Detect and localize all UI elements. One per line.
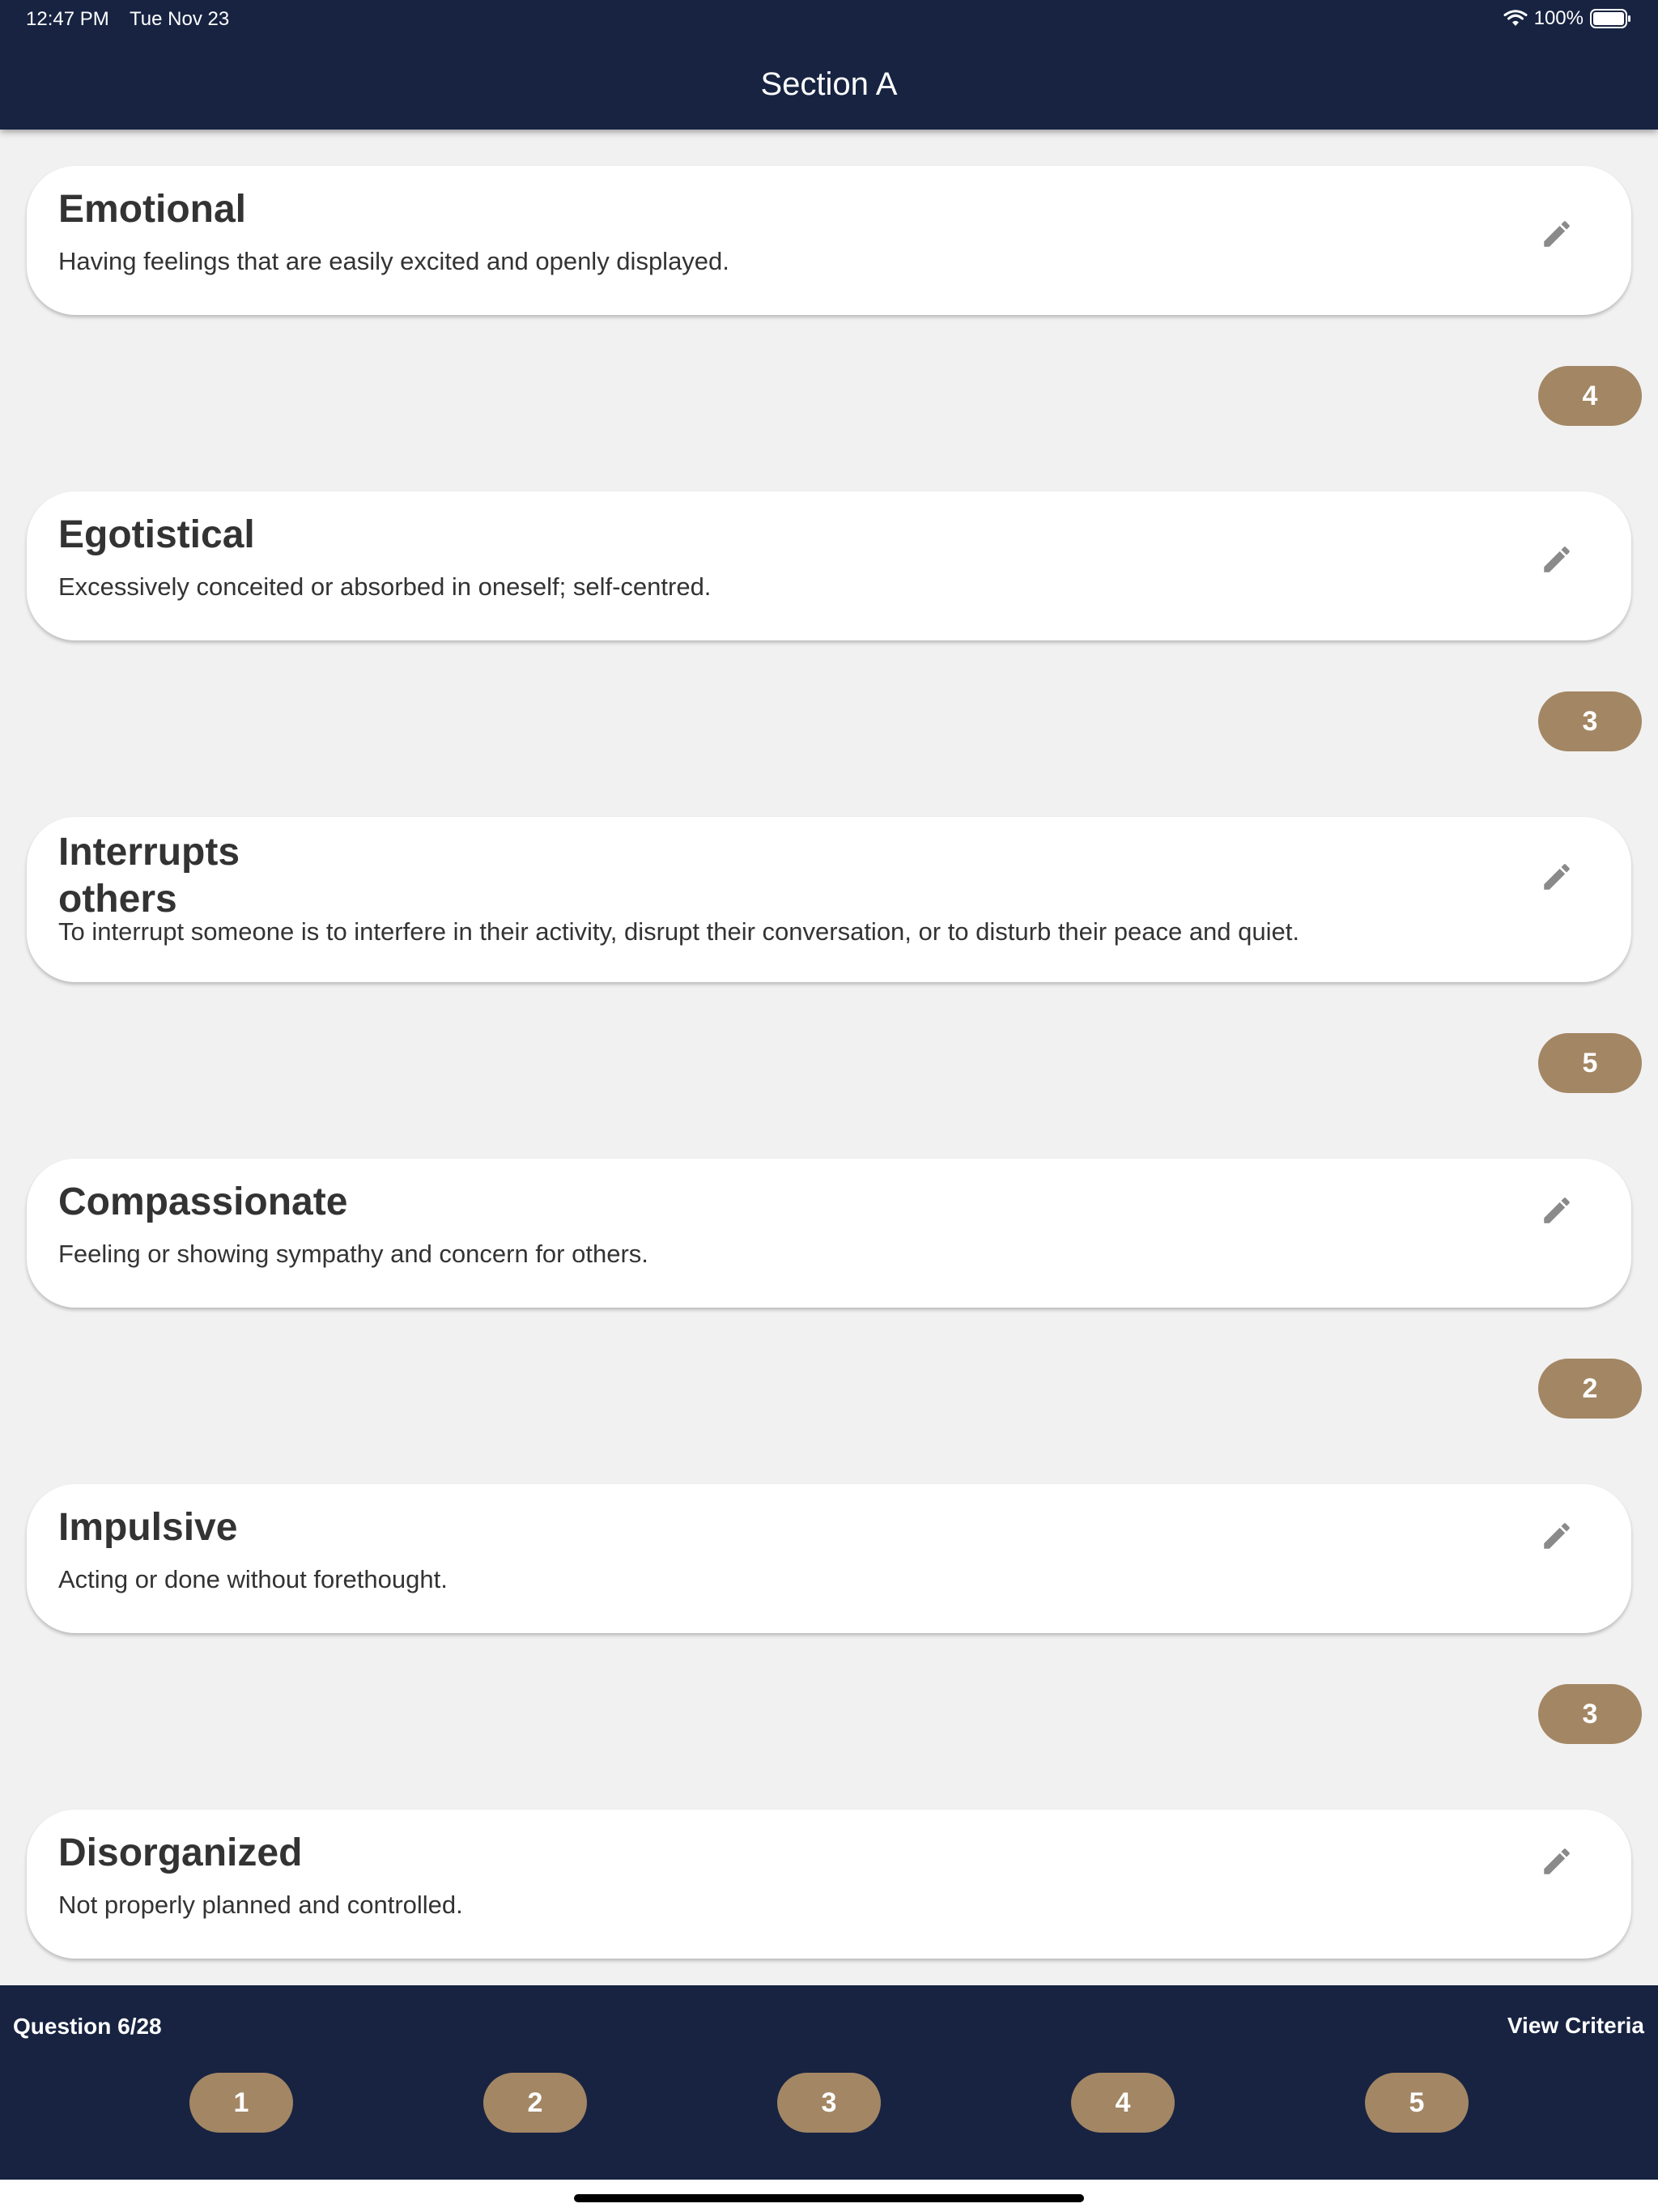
trait-card: Emotional Having feelings that are easil…: [27, 166, 1631, 315]
app-header: 12:47 PM Tue Nov 23 100% Section A: [0, 0, 1658, 130]
battery-icon: [1590, 9, 1630, 28]
status-time: 12:47 PM: [26, 8, 109, 30]
pencil-icon: [1544, 221, 1570, 247]
rating-badge[interactable]: 3: [1538, 1684, 1642, 1744]
pencil-icon: [1544, 1523, 1570, 1549]
edit-button[interactable]: [1534, 1513, 1579, 1559]
trait-title: Interrupts others: [58, 829, 240, 923]
rating-option-1[interactable]: 1: [189, 2073, 293, 2133]
trait-list[interactable]: Emotional Having feelings that are easil…: [0, 130, 1658, 1985]
rating-footer: Question 6/28 View Criteria 1 2 3 4 5: [0, 1985, 1658, 2180]
trait-card: Egotistical Excessively conceited or abs…: [27, 491, 1631, 640]
trait-card: Compassionate Feeling or showing sympath…: [27, 1159, 1631, 1308]
status-date: Tue Nov 23: [130, 8, 230, 30]
trait-title: Disorganized: [58, 1831, 303, 1874]
rating-badge[interactable]: 5: [1538, 1033, 1642, 1093]
trait-description: Having feelings that are easily excited …: [58, 247, 729, 275]
rating-option-3[interactable]: 3: [777, 2073, 881, 2133]
trait-title: Compassionate: [58, 1180, 348, 1223]
edit-button[interactable]: [1534, 1188, 1579, 1233]
rating-badge[interactable]: 2: [1538, 1359, 1642, 1419]
trait-description: Acting or done without forethought.: [58, 1565, 448, 1593]
question-counter: Question 6/28: [13, 2014, 162, 2039]
trait-description: To interrupt someone is to interfere in …: [58, 917, 1299, 946]
trait-card: Impulsive Acting or done without foretho…: [27, 1484, 1631, 1633]
pencil-icon: [1544, 547, 1570, 572]
trait-card: Disorganized Not properly planned and co…: [27, 1810, 1631, 1959]
view-criteria-link[interactable]: View Criteria: [1507, 2012, 1644, 2040]
battery-percent: 100%: [1533, 7, 1584, 29]
trait-title: Impulsive: [58, 1506, 238, 1549]
rating-option-4[interactable]: 4: [1071, 2073, 1175, 2133]
trait-title: Egotistical: [58, 513, 255, 556]
trait-description: Feeling or showing sympathy and concern …: [58, 1240, 648, 1268]
pencil-icon: [1544, 864, 1570, 890]
pencil-icon: [1544, 1197, 1570, 1223]
page-title: Section A: [760, 66, 898, 102]
wifi-icon: [1503, 10, 1528, 26]
trait-description: Not properly planned and controlled.: [58, 1891, 463, 1919]
trait-card: Interrupts others To interrupt someone i…: [27, 817, 1631, 982]
edit-button[interactable]: [1534, 211, 1579, 257]
pencil-icon: [1544, 1848, 1570, 1874]
edit-button[interactable]: [1534, 854, 1579, 900]
edit-button[interactable]: [1534, 1839, 1579, 1884]
rating-option-5[interactable]: 5: [1365, 2073, 1469, 2133]
rating-badge[interactable]: 4: [1538, 366, 1642, 426]
status-indicators: 100%: [1503, 7, 1632, 30]
rating-badge[interactable]: 3: [1538, 691, 1642, 751]
trait-description: Excessively conceited or absorbed in one…: [58, 572, 712, 601]
rating-option-2[interactable]: 2: [483, 2073, 587, 2133]
edit-button[interactable]: [1534, 537, 1579, 582]
trait-title: Emotional: [58, 188, 247, 231]
trait-title-line: Interrupts: [58, 831, 240, 874]
home-indicator[interactable]: [574, 2194, 1084, 2202]
home-indicator-area: [0, 2180, 1658, 2212]
